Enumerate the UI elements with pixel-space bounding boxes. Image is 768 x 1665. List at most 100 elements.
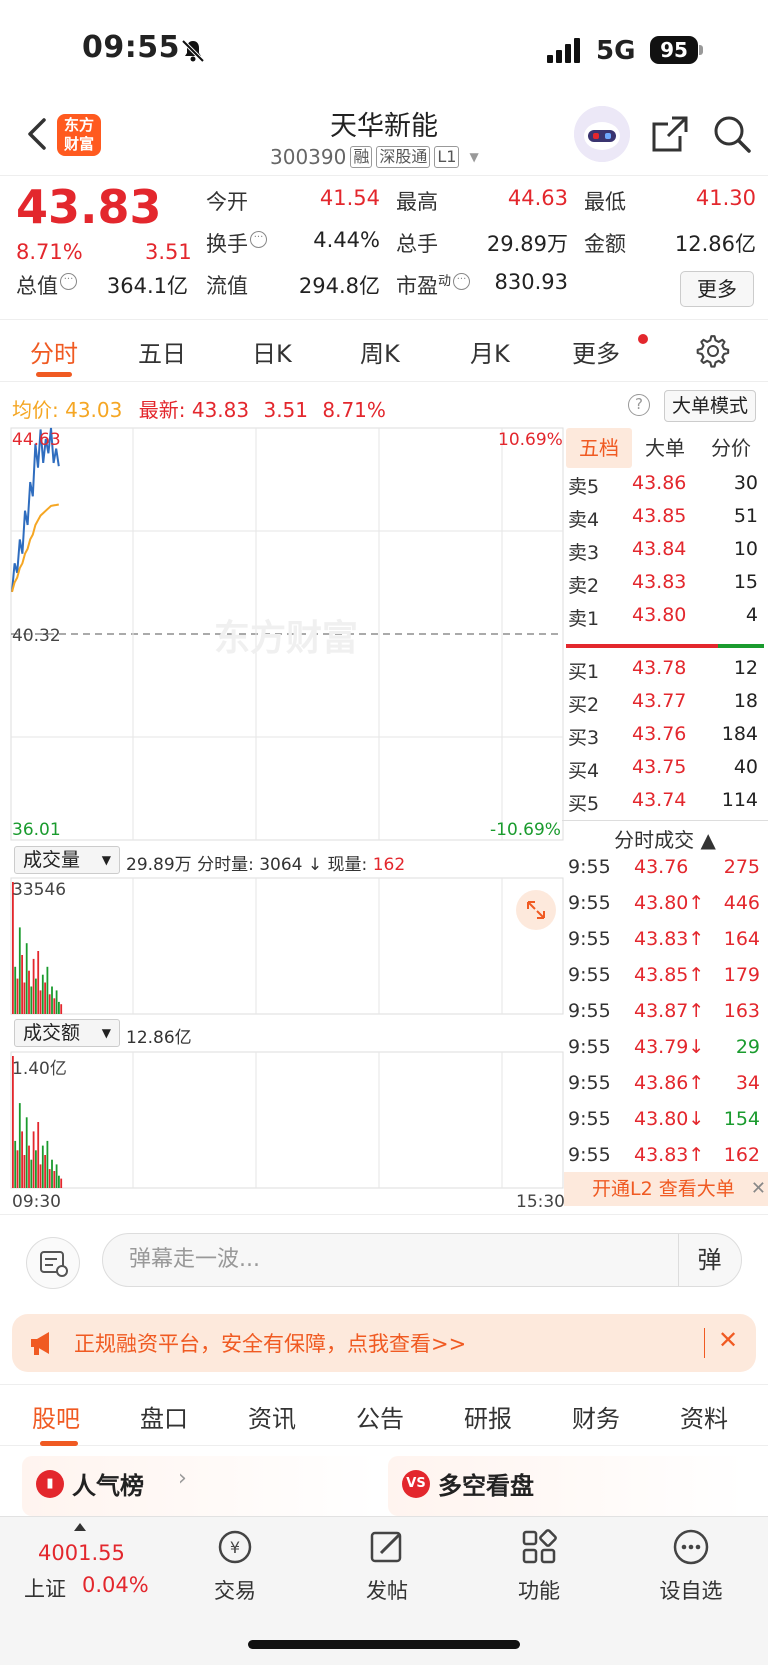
tab-daily-k[interactable]: 日K bbox=[252, 334, 292, 369]
float-cap-value: 294.8亿 bbox=[298, 274, 380, 298]
card-title: 多空看盘 bbox=[438, 1472, 534, 1500]
expand-icon[interactable] bbox=[516, 890, 556, 930]
volume-label: 总手 bbox=[396, 232, 438, 256]
pe-label[interactable]: 市盈动 ··· bbox=[396, 270, 471, 300]
tab-five-day[interactable]: 五日 bbox=[138, 334, 186, 369]
volume-bar bbox=[35, 978, 37, 1014]
expand-up-icon[interactable] bbox=[74, 1523, 86, 1531]
card-title: 人气榜 bbox=[72, 1472, 144, 1500]
ad-text: 正规融资平台，安全有保障，点我查看>> bbox=[74, 1332, 467, 1356]
ask-row: 卖2 43.83 15 bbox=[568, 571, 758, 597]
volume-bar bbox=[21, 955, 23, 1014]
turnover-label[interactable]: 换手 ··· bbox=[206, 228, 267, 258]
bull-bear-card[interactable]: VS 多空看盘 bbox=[388, 1456, 746, 1516]
stock-code: 300390 bbox=[270, 145, 347, 169]
tab-profile[interactable]: 资料 bbox=[680, 1399, 728, 1434]
volume-bar bbox=[30, 986, 33, 1014]
amount-label: 金额 bbox=[584, 232, 626, 256]
nav-label: 发帖 bbox=[366, 1579, 408, 1603]
more-quote-button[interactable]: 更多 bbox=[680, 271, 754, 307]
help-icon[interactable]: ? bbox=[628, 394, 650, 416]
last-change: 3.51 bbox=[263, 398, 308, 422]
close-icon[interactable]: ✕ bbox=[751, 1172, 766, 1206]
nav-trade[interactable]: ¥ 交易 bbox=[190, 1527, 280, 1605]
danmu-settings-icon[interactable] bbox=[26, 1237, 80, 1289]
popularity-card[interactable]: ▮ 人气榜 › bbox=[22, 1456, 378, 1516]
change-percent: 8.71% bbox=[16, 240, 83, 264]
big-order-mode-button[interactable]: 大单模式 bbox=[664, 390, 756, 422]
avg-value: 43.03 bbox=[65, 398, 123, 422]
stock-subtitle[interactable]: 300390 融 深股通 L1 ▼ bbox=[270, 144, 479, 170]
tab-weekly-k[interactable]: 周K bbox=[360, 334, 400, 369]
share-icon[interactable] bbox=[650, 114, 690, 154]
amount-bar bbox=[28, 1145, 30, 1188]
nav-watchlist[interactable]: 设自选 bbox=[646, 1527, 736, 1605]
close-icon[interactable]: ✕ bbox=[718, 1326, 738, 1354]
l2-upgrade-banner[interactable]: 开通L2 查看大单 ✕ bbox=[564, 1172, 768, 1206]
tab-research[interactable]: 研报 bbox=[464, 1399, 512, 1434]
volume-bar bbox=[16, 978, 19, 1014]
bid-row: 买3 43.76 184 bbox=[568, 723, 758, 749]
volume-bar bbox=[25, 943, 28, 1014]
danmu-bar: 弹幕走一波... 弹 bbox=[0, 1214, 768, 1304]
bid-row: 买5 43.74 114 bbox=[568, 789, 758, 815]
status-bar: 09:55 5G 95 bbox=[0, 0, 768, 100]
amount-bar bbox=[44, 1155, 46, 1188]
y-mid-label: 40.32 bbox=[12, 626, 61, 646]
danmu-input[interactable]: 弹幕走一波... bbox=[102, 1233, 742, 1287]
search-icon[interactable] bbox=[712, 114, 752, 154]
time-start-label: 09:30 bbox=[12, 1192, 61, 1212]
tab-financials[interactable]: 财务 bbox=[572, 1399, 620, 1434]
bar-chart-icon: ▮ bbox=[36, 1470, 64, 1498]
ai-assistant-icon[interactable] bbox=[574, 106, 630, 162]
signal-icon bbox=[547, 38, 580, 63]
period-tabs: 分时 五日 日K 周K 月K 更多 bbox=[0, 320, 768, 382]
amount-bar bbox=[46, 1140, 49, 1188]
ticks-title[interactable]: 分时成交 ▲ bbox=[566, 824, 764, 853]
tab-underline bbox=[36, 372, 72, 377]
amount-bar bbox=[37, 1122, 40, 1188]
volume-bar bbox=[37, 951, 40, 1014]
tab-big-orders[interactable]: 大单 bbox=[632, 428, 698, 468]
amount-value: 12.86亿 bbox=[674, 232, 756, 256]
amount-bar bbox=[48, 1169, 51, 1188]
nav-post[interactable]: 发帖 bbox=[342, 1527, 432, 1605]
quote-panel: 43.83 8.71% 3.51 今开 41.54 最高 44.63 最低 41… bbox=[0, 176, 768, 320]
low-value: 41.30 bbox=[695, 186, 756, 210]
tab-news[interactable]: 资讯 bbox=[248, 1399, 296, 1434]
amount-bar bbox=[53, 1171, 56, 1188]
tab-five-levels[interactable]: 五档 bbox=[566, 428, 632, 468]
float-cap-label: 流值 bbox=[206, 274, 248, 298]
tab-forum[interactable]: 股吧 bbox=[32, 1399, 80, 1434]
amount-indicator-select[interactable]: 成交额 ▼ bbox=[14, 1019, 120, 1047]
market-cap-label[interactable]: 总值 ··· bbox=[16, 270, 77, 300]
tab-intraday[interactable]: 分时 bbox=[30, 334, 78, 369]
tab-price-dist[interactable]: 分价 bbox=[698, 428, 764, 468]
volume-bar bbox=[48, 994, 51, 1014]
danmu-toggle-button[interactable]: 弹 bbox=[678, 1234, 740, 1286]
nav-functions[interactable]: 功能 bbox=[494, 1527, 584, 1605]
tag-connect: 深股通 bbox=[376, 146, 431, 168]
volume-bar bbox=[32, 958, 35, 1014]
tab-market-depth[interactable]: 盘口 bbox=[140, 1399, 188, 1434]
chevron-right-icon: › bbox=[178, 1466, 187, 1491]
volume-bar bbox=[53, 998, 56, 1014]
bell-muted-icon bbox=[181, 39, 205, 63]
tick-row: 9:55 43.83↑ 162 bbox=[568, 1144, 760, 1166]
amount-max-label: 1.40亿 bbox=[12, 1059, 67, 1079]
index-value[interactable]: 4001.55 bbox=[38, 1541, 125, 1565]
tab-monthly-k[interactable]: 月K bbox=[470, 334, 510, 369]
last-label: 最新: bbox=[138, 398, 186, 422]
tab-more[interactable]: 更多 bbox=[572, 334, 620, 369]
intraday-chart[interactable]: 东方财富 bbox=[0, 424, 564, 1214]
volume-info: 29.89万 分时量: 3064 ↓ 现量: 162 bbox=[126, 855, 406, 875]
amount-bar bbox=[32, 1131, 35, 1188]
tab-announcements[interactable]: 公告 bbox=[356, 1399, 404, 1434]
volume-indicator-select[interactable]: 成交量 ▼ bbox=[14, 846, 120, 874]
volume-bar bbox=[39, 990, 42, 1014]
volume-bars bbox=[12, 882, 63, 1014]
trade-icon: ¥ bbox=[218, 1530, 252, 1564]
index-percent: 0.04% bbox=[82, 1573, 149, 1597]
gear-icon[interactable] bbox=[696, 334, 730, 368]
ad-banner[interactable]: 正规融资平台，安全有保障，点我查看>> ✕ bbox=[12, 1314, 756, 1372]
